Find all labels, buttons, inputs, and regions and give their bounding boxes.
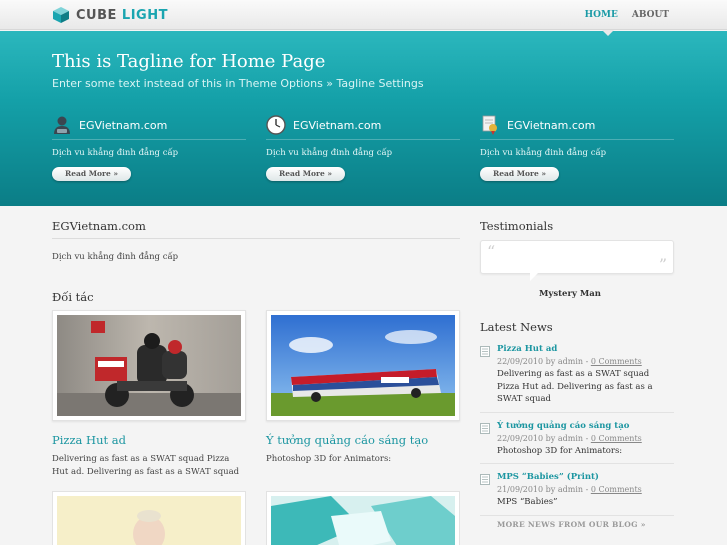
news-date: 22/09/2010 by admin - bbox=[497, 357, 591, 366]
portfolio-card-text: Delivering as fast as a SWAT squad Pizza… bbox=[52, 454, 240, 477]
clock-icon bbox=[266, 115, 286, 135]
feature-title[interactable]: EGVietnam.com bbox=[79, 119, 167, 132]
news-comments-link[interactable]: 0 Comments bbox=[591, 357, 642, 366]
feature-text: Dịch vu khẳng đinh đẳng cấp bbox=[266, 148, 393, 158]
document-icon bbox=[480, 346, 490, 357]
brand-name-part2: LIGHT bbox=[121, 7, 168, 23]
feature-text: Dịch vu khẳng đinh đẳng cấp bbox=[52, 148, 179, 158]
testimonial-author: Mystery Man bbox=[539, 289, 601, 299]
news-excerpt: MPS “Babies” bbox=[497, 497, 558, 507]
news-comments-link[interactable]: 0 Comments bbox=[591, 485, 642, 494]
hero-tagline: This is Tagline for Home Page bbox=[52, 51, 326, 72]
portfolio-thumbnail[interactable] bbox=[52, 310, 246, 421]
feature-divider bbox=[266, 139, 460, 140]
news-excerpt: Delivering as fast as a SWAT squad Pizza… bbox=[497, 369, 653, 404]
feature-divider bbox=[52, 139, 246, 140]
portfolio-card-text: Photoshop 3D for Animators: bbox=[266, 454, 392, 464]
pizza-delivery-image bbox=[57, 315, 241, 416]
more-news-link[interactable]: MORE NEWS FROM OUR BLOG » bbox=[497, 520, 646, 529]
feature-title[interactable]: EGVietnam.com bbox=[293, 119, 381, 132]
portfolio-card: Ý tưởng quảng cáo sáng tạo Photoshop 3D … bbox=[266, 310, 460, 466]
news-title-link[interactable]: MPS “Babies” (Print) bbox=[497, 472, 674, 482]
hero-feature-3: EGVietnam.com Dịch vu khẳng đinh đẳng cấ… bbox=[480, 115, 674, 181]
feature-title[interactable]: EGVietnam.com bbox=[507, 119, 595, 132]
portfolio-card-title[interactable]: Ý tưởng quảng cáo sáng tạo bbox=[266, 433, 460, 447]
news-date: 21/09/2010 by admin - bbox=[497, 485, 591, 494]
portfolio-card-title[interactable]: Pizza Hut ad bbox=[52, 433, 246, 447]
top-bar: CUBE LIGHT HOME ABOUT bbox=[0, 0, 727, 30]
hero-feature-2: EGVietnam.com Dịch vu khẳng đinh đẳng cấ… bbox=[266, 115, 460, 181]
portfolio-thumbnail[interactable] bbox=[266, 310, 460, 421]
testimonial-bubble-tail bbox=[530, 273, 538, 281]
nav-item-about[interactable]: ABOUT bbox=[632, 10, 669, 20]
main-nav: HOME ABOUT bbox=[585, 10, 669, 20]
feature-text: Dịch vu khẳng đinh đẳng cấp bbox=[480, 148, 607, 158]
feature-divider bbox=[480, 139, 674, 140]
read-more-button[interactable]: Read More » bbox=[52, 167, 132, 181]
main-section-title: EGVietnam.com bbox=[52, 219, 146, 233]
keyboard-ad-image bbox=[271, 496, 455, 545]
news-date: 22/09/2010 by admin - bbox=[497, 433, 591, 443]
logo[interactable]: CUBE LIGHT bbox=[52, 6, 168, 24]
testimonial-bubble: “ ” bbox=[480, 240, 674, 274]
hero-banner: This is Tagline for Home Page Enter some… bbox=[0, 31, 727, 206]
news-meta: 21/09/2010 by admin - 0 Comments bbox=[497, 485, 674, 494]
news-item: Pizza Hut ad 22/09/2010 by admin - 0 Com… bbox=[480, 344, 674, 413]
partners-heading: Đối tác bbox=[52, 290, 94, 304]
read-more-button[interactable]: Read More » bbox=[266, 167, 346, 181]
bus-ad-image bbox=[271, 315, 455, 416]
portfolio-thumbnail[interactable] bbox=[52, 491, 246, 545]
news-comments-link[interactable]: 0 Comments bbox=[591, 434, 642, 443]
main-section-description: Dịch vu khẳng đinh đẳng cấp bbox=[52, 252, 179, 262]
nav-item-home[interactable]: HOME bbox=[585, 10, 618, 20]
quote-close-icon: ” bbox=[658, 255, 667, 274]
nav-active-pointer bbox=[602, 30, 614, 36]
latest-news-heading: Latest News bbox=[480, 320, 553, 334]
brand-name-part1: CUBE bbox=[76, 7, 117, 23]
news-item: Ý tưởng quảng cáo sáng tạo 22/09/2010 by… bbox=[480, 421, 674, 464]
read-more-button[interactable]: Read More » bbox=[480, 167, 560, 181]
portfolio-thumbnail[interactable] bbox=[266, 491, 460, 545]
document-icon bbox=[480, 474, 490, 485]
quote-open-icon: “ bbox=[487, 242, 496, 261]
babies-ad-image bbox=[57, 496, 241, 545]
document-icon bbox=[480, 422, 490, 434]
hero-subtitle: Enter some text instead of this in Theme… bbox=[52, 77, 424, 90]
portfolio-card: Pizza Hut ad Delivering as fast as a SWA… bbox=[52, 310, 246, 479]
user-icon bbox=[54, 116, 70, 134]
hero-feature-1: EGVietnam.com Dịch vu khẳng đinh đẳng cấ… bbox=[52, 115, 246, 181]
section-divider bbox=[52, 238, 460, 239]
news-item: MPS “Babies” (Print) 21/09/2010 by admin… bbox=[480, 472, 674, 516]
news-title-link[interactable]: Pizza Hut ad bbox=[497, 344, 674, 354]
news-excerpt: Photoshop 3D for Animators: bbox=[497, 445, 623, 456]
news-meta: 22/09/2010 by admin - 0 Comments bbox=[497, 434, 674, 443]
news-title-link[interactable]: Ý tưởng quảng cáo sáng tạo bbox=[497, 421, 674, 431]
news-meta: 22/09/2010 by admin - 0 Comments bbox=[497, 357, 674, 366]
testimonials-heading: Testimonials bbox=[480, 219, 554, 233]
news-list: Pizza Hut ad 22/09/2010 by admin - 0 Com… bbox=[480, 344, 674, 524]
cube-logo-icon bbox=[53, 7, 69, 23]
certificate-icon bbox=[482, 115, 497, 135]
